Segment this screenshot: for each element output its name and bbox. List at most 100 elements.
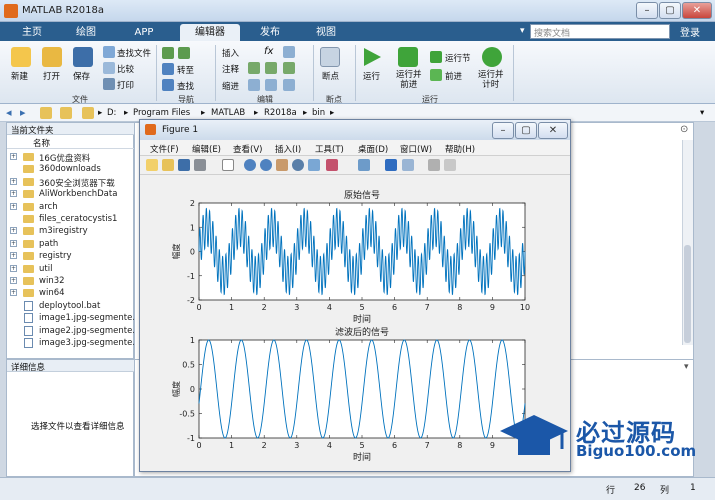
path-crumb-bin[interactable]: bin bbox=[312, 108, 325, 118]
run-and-time-icon[interactable] bbox=[482, 47, 502, 67]
forward-arrow-icon[interactable] bbox=[178, 47, 190, 59]
menu-window[interactable]: 窗口(W) bbox=[400, 143, 432, 155]
goto-button[interactable]: 转至 bbox=[177, 64, 194, 76]
run-icon[interactable] bbox=[364, 48, 381, 66]
smart-indent-icon[interactable] bbox=[248, 79, 260, 91]
list-item[interactable]: + AliWorkbenchData bbox=[7, 188, 135, 200]
insert-button[interactable]: 插入 bbox=[222, 47, 239, 59]
back-icon[interactable]: ◂ bbox=[6, 106, 12, 119]
breakpoints-button[interactable]: 断点 bbox=[322, 70, 339, 82]
indent-icon[interactable] bbox=[265, 79, 277, 91]
outdent-icon[interactable] bbox=[283, 79, 295, 91]
tab-apps[interactable]: APP bbox=[124, 24, 164, 41]
tab-view[interactable]: 视图 bbox=[306, 24, 346, 41]
list-item[interactable]: +16G优盘资料 bbox=[7, 151, 135, 163]
new-icon[interactable] bbox=[11, 47, 31, 67]
link-plot-icon[interactable] bbox=[358, 159, 370, 171]
list-item[interactable]: 360downloads bbox=[7, 163, 135, 175]
compare-icon[interactable] bbox=[103, 62, 115, 74]
legend-icon[interactable] bbox=[402, 159, 414, 171]
expand-icon[interactable]: + bbox=[10, 252, 17, 260]
open-folder-icon[interactable] bbox=[42, 47, 62, 67]
up-folder-icon[interactable] bbox=[40, 107, 52, 119]
path-crumb-drive[interactable]: D: bbox=[107, 108, 116, 118]
figure-maximize-button[interactable]: ▢ bbox=[515, 122, 537, 139]
menu-view[interactable]: 查看(V) bbox=[233, 143, 262, 155]
goto-icon[interactable] bbox=[162, 63, 174, 75]
run-and-time-button[interactable]: 运行并 计时 bbox=[478, 70, 504, 90]
fx-button[interactable]: fx bbox=[264, 46, 273, 57]
scrollbar-thumb[interactable] bbox=[684, 245, 691, 343]
advance-icon[interactable] bbox=[430, 69, 442, 81]
list-item[interactable]: + path bbox=[7, 238, 135, 250]
tab-editor[interactable]: 编辑器 bbox=[180, 24, 240, 41]
list-item[interactable]: + arch bbox=[7, 201, 135, 213]
run-advance-button[interactable]: 运行并 前进 bbox=[396, 70, 422, 90]
run-section-icon[interactable] bbox=[430, 51, 442, 63]
forward-icon[interactable]: ▸ bbox=[20, 106, 26, 119]
open-button[interactable]: 打开 bbox=[43, 70, 60, 82]
tab-publish[interactable]: 发布 bbox=[250, 24, 290, 41]
insert-icon[interactable] bbox=[283, 46, 295, 58]
path-crumb-release[interactable]: R2018a bbox=[264, 108, 297, 118]
collapse-icon[interactable]: ▾ bbox=[684, 362, 689, 372]
expand-icon[interactable]: + bbox=[10, 239, 17, 247]
minimize-button[interactable]: – bbox=[636, 2, 658, 19]
show-tools-icon[interactable] bbox=[444, 159, 456, 171]
expand-icon[interactable]: + bbox=[10, 227, 17, 235]
path-crumb-program-files[interactable]: Program Files bbox=[133, 108, 190, 118]
list-item[interactable]: deploytool.bat bbox=[7, 300, 135, 312]
list-item[interactable]: + registry bbox=[7, 250, 135, 262]
rotate-icon[interactable] bbox=[292, 159, 304, 171]
list-item[interactable]: +360安全浏览器下载 bbox=[7, 176, 135, 188]
maximize-button[interactable]: ▢ bbox=[659, 2, 681, 19]
search-docs-input[interactable]: 搜索文档 bbox=[530, 24, 670, 39]
list-item[interactable]: image3.jpg-segmente... bbox=[7, 337, 135, 349]
zoom-out-icon[interactable] bbox=[260, 159, 272, 171]
menu-desktop[interactable]: 桌面(D) bbox=[358, 143, 388, 155]
comment-icon[interactable] bbox=[248, 62, 260, 74]
colorbar-icon[interactable] bbox=[385, 159, 397, 171]
path-crumb-matlab[interactable]: MATLAB bbox=[211, 108, 245, 118]
tab-home[interactable]: 主页 bbox=[12, 24, 52, 41]
run-advance-icon[interactable] bbox=[398, 47, 418, 67]
save-button[interactable]: 保存 bbox=[73, 70, 90, 82]
menu-tools[interactable]: 工具(T) bbox=[315, 143, 344, 155]
save-figure-icon[interactable] bbox=[178, 159, 190, 171]
list-item[interactable]: files_ceratocystis1 bbox=[7, 213, 135, 225]
advance-button[interactable]: 前进 bbox=[445, 70, 462, 82]
expand-icon[interactable]: + bbox=[10, 190, 17, 198]
expand-icon[interactable]: + bbox=[10, 202, 17, 210]
path-dropdown-icon[interactable]: ▾ bbox=[700, 108, 704, 118]
brush-icon[interactable] bbox=[326, 159, 338, 171]
find-button[interactable]: 查找 bbox=[177, 80, 194, 92]
hide-tools-icon[interactable] bbox=[428, 159, 440, 171]
expand-icon[interactable]: + bbox=[10, 153, 17, 160]
pointer-icon[interactable] bbox=[222, 159, 234, 171]
list-item[interactable]: + win64 bbox=[7, 287, 135, 299]
list-item[interactable]: + util bbox=[7, 263, 135, 275]
uncomment-icon[interactable] bbox=[265, 62, 277, 74]
new-figure-icon[interactable] bbox=[146, 159, 158, 171]
list-item[interactable]: image1.jpg-segmente... bbox=[7, 312, 135, 324]
menu-file[interactable]: 文件(F) bbox=[150, 143, 179, 155]
list-item[interactable]: image2.jpg-segmente... bbox=[7, 325, 135, 337]
figure-minimize-button[interactable]: – bbox=[492, 122, 514, 139]
expand-icon[interactable]: + bbox=[10, 177, 17, 185]
pan-icon[interactable] bbox=[276, 159, 288, 171]
panel-menu-icon[interactable]: ⊙ bbox=[680, 124, 688, 135]
expand-icon[interactable]: + bbox=[10, 289, 17, 297]
compare-button[interactable]: 比较 bbox=[117, 63, 134, 75]
list-item[interactable]: + m3iregistry bbox=[7, 225, 135, 237]
expand-icon[interactable]: + bbox=[10, 264, 17, 272]
find-files-button[interactable]: 查找文件 bbox=[117, 47, 151, 59]
print-button[interactable]: 打印 bbox=[117, 79, 134, 91]
breakpoints-icon[interactable] bbox=[320, 47, 340, 67]
login-button[interactable]: 登录 bbox=[680, 24, 700, 39]
browse-folder-icon[interactable] bbox=[60, 107, 72, 119]
comment-button[interactable]: 注释 bbox=[222, 63, 239, 75]
find-icon[interactable] bbox=[162, 79, 174, 91]
data-cursor-icon[interactable] bbox=[308, 159, 320, 171]
column-header-name[interactable]: 名称 bbox=[7, 137, 135, 149]
tab-plots[interactable]: 绘图 bbox=[66, 24, 106, 41]
